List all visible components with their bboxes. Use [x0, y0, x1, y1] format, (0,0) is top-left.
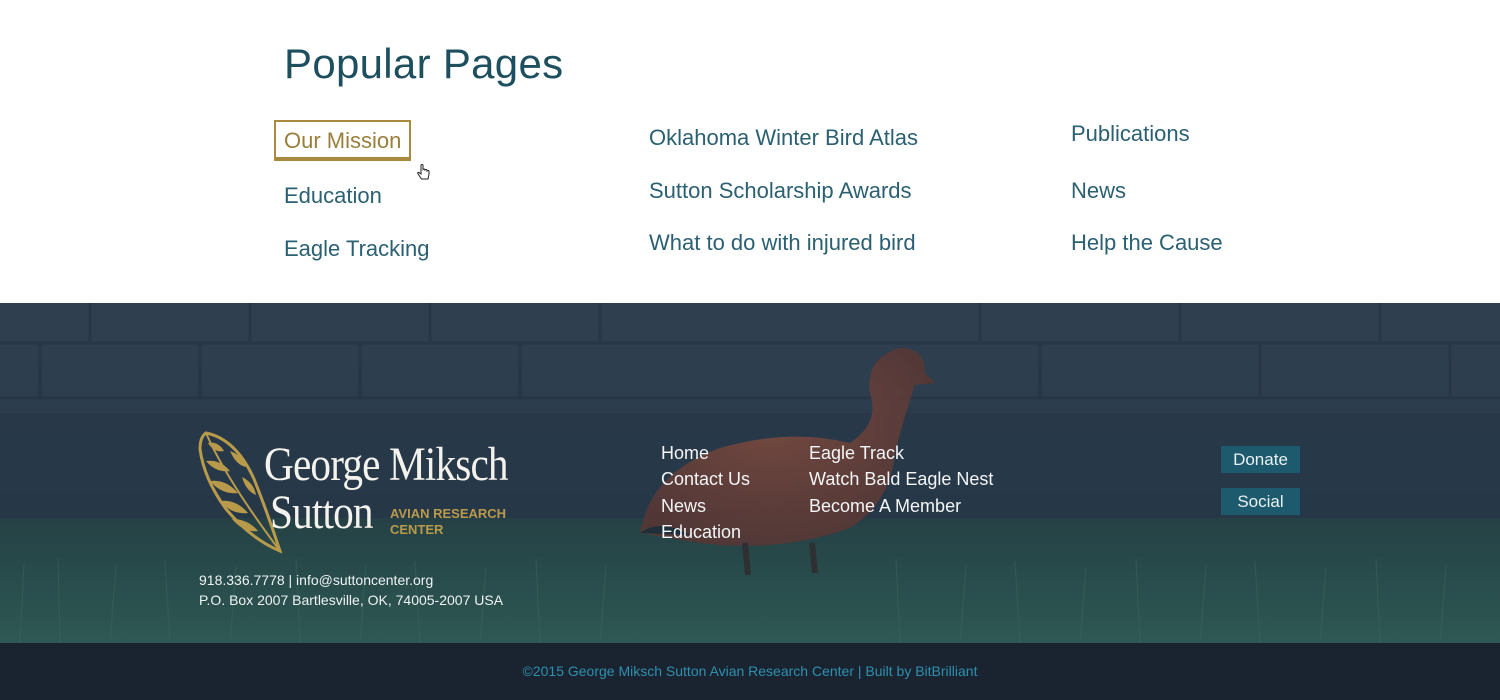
footer-hero: George Miksch Sutton AVIAN RESEARCH CENT… — [0, 303, 1500, 643]
link-publications[interactable]: Publications — [1071, 121, 1190, 147]
link-our-mission[interactable]: Our Mission — [274, 120, 412, 161]
copyright-text: ©2015 George Miksch Sutton Avian Researc… — [522, 663, 854, 679]
link-injured-bird[interactable]: What to do with injured bird — [649, 230, 916, 256]
footer-link-become-member[interactable]: Become A Member — [809, 493, 993, 519]
copyright-line: ©2015 George Miksch Sutton Avian Researc… — [0, 663, 1500, 679]
contact-info: 918.336.7778 | info@suttoncenter.org P.O… — [199, 570, 503, 610]
sutton-center-logo[interactable]: George Miksch Sutton AVIAN RESEARCH CENT… — [196, 427, 526, 555]
hand-cursor-icon — [417, 164, 430, 180]
popular-pages-section: Popular Pages Our Mission Education Eagl… — [0, 0, 1500, 303]
bottom-bar: ©2015 George Miksch Sutton Avian Researc… — [0, 643, 1500, 700]
logo-name-line2: Sutton — [270, 486, 374, 539]
link-news[interactable]: News — [1071, 178, 1126, 204]
builder-credit-link[interactable]: Built by BitBrilliant — [865, 663, 977, 679]
footer-link-bald-eagle-nest[interactable]: Watch Bald Eagle Nest — [809, 466, 993, 492]
footer-link-eagle-track[interactable]: Eagle Track — [809, 440, 993, 466]
copyright-separator: | — [854, 663, 866, 679]
footer-link-news[interactable]: News — [661, 493, 750, 519]
footer-nav-primary: Home Contact Us News Education — [661, 440, 750, 545]
logo-subtitle: AVIAN RESEARCH CENTER — [390, 506, 506, 538]
link-help-the-cause[interactable]: Help the Cause — [1071, 230, 1223, 256]
link-education[interactable]: Education — [284, 183, 382, 209]
link-winter-bird-atlas[interactable]: Oklahoma Winter Bird Atlas — [649, 125, 918, 151]
footer-link-contact-us[interactable]: Contact Us — [661, 466, 750, 492]
logo-subtitle-line2: CENTER — [390, 522, 444, 537]
social-button[interactable]: Social — [1221, 488, 1300, 515]
link-scholarship-awards[interactable]: Sutton Scholarship Awards — [649, 178, 912, 204]
donate-button[interactable]: Donate — [1221, 446, 1300, 473]
footer-nav-secondary: Eagle Track Watch Bald Eagle Nest Become… — [809, 440, 993, 519]
contact-phone-email: 918.336.7778 | info@suttoncenter.org — [199, 572, 434, 588]
contact-address: P.O. Box 2007 Bartlesville, OK, 74005-20… — [199, 592, 504, 608]
logo-subtitle-line1: AVIAN RESEARCH — [390, 506, 507, 521]
link-eagle-tracking[interactable]: Eagle Tracking — [284, 236, 430, 262]
footer-link-education[interactable]: Education — [661, 519, 750, 545]
footer-link-home[interactable]: Home — [661, 440, 750, 466]
popular-pages-title: Popular Pages — [284, 40, 564, 87]
logo-name-line1: George Miksch — [264, 438, 509, 491]
